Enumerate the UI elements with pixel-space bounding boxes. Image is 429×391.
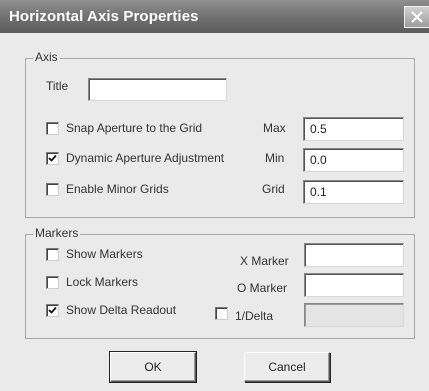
- checkmark-icon: [48, 306, 57, 314]
- show-delta-checkbox[interactable]: [46, 304, 59, 317]
- title-bar[interactable]: Horizontal Axis Properties: [0, 0, 429, 33]
- ok-button[interactable]: OK: [109, 351, 197, 383]
- x-marker-label: X Marker: [240, 254, 289, 268]
- dialog-window: Horizontal Axis Properties Axis Title Sn…: [0, 0, 429, 391]
- cancel-button[interactable]: Cancel: [244, 352, 330, 382]
- title-label: Title: [46, 79, 69, 93]
- inverse-delta-checkbox[interactable]: [215, 307, 228, 320]
- minor-grids-checkbox[interactable]: [46, 183, 59, 196]
- dynamic-aperture-checkbox[interactable]: [46, 152, 59, 165]
- lock-markers-label: Lock Markers: [66, 275, 139, 289]
- snap-aperture-label: Snap Aperture to the Grid: [66, 121, 203, 135]
- min-label: Min: [265, 151, 285, 165]
- close-icon: [411, 11, 423, 23]
- title-input[interactable]: [88, 78, 227, 101]
- minor-grids-label: Enable Minor Grids: [66, 182, 169, 196]
- snap-aperture-checkbox[interactable]: [46, 122, 59, 135]
- grid-input[interactable]: 0.1: [303, 180, 404, 204]
- lock-markers-checkbox[interactable]: [46, 276, 59, 289]
- max-label: Max: [263, 121, 286, 135]
- show-delta-label: Show Delta Readout: [66, 303, 177, 317]
- markers-group-label: Markers: [33, 226, 81, 240]
- inverse-delta-input: [304, 303, 404, 327]
- o-marker-label: O Marker: [237, 281, 288, 295]
- dialog-title: Horizontal Axis Properties: [9, 8, 199, 25]
- grid-label: Grid: [262, 182, 285, 196]
- x-marker-input[interactable]: [304, 243, 404, 267]
- inverse-delta-label: 1/Delta: [235, 309, 274, 323]
- show-markers-checkbox[interactable]: [46, 248, 59, 261]
- close-button[interactable]: [404, 6, 429, 28]
- min-input[interactable]: 0.0: [303, 148, 404, 172]
- max-input[interactable]: 0.5: [303, 117, 404, 141]
- checkmark-icon: [48, 154, 57, 162]
- axis-group-label: Axis: [33, 50, 60, 64]
- o-marker-input[interactable]: [304, 273, 404, 297]
- dynamic-aperture-label: Dynamic Aperture Adjustment: [66, 151, 225, 165]
- show-markers-label: Show Markers: [66, 247, 143, 261]
